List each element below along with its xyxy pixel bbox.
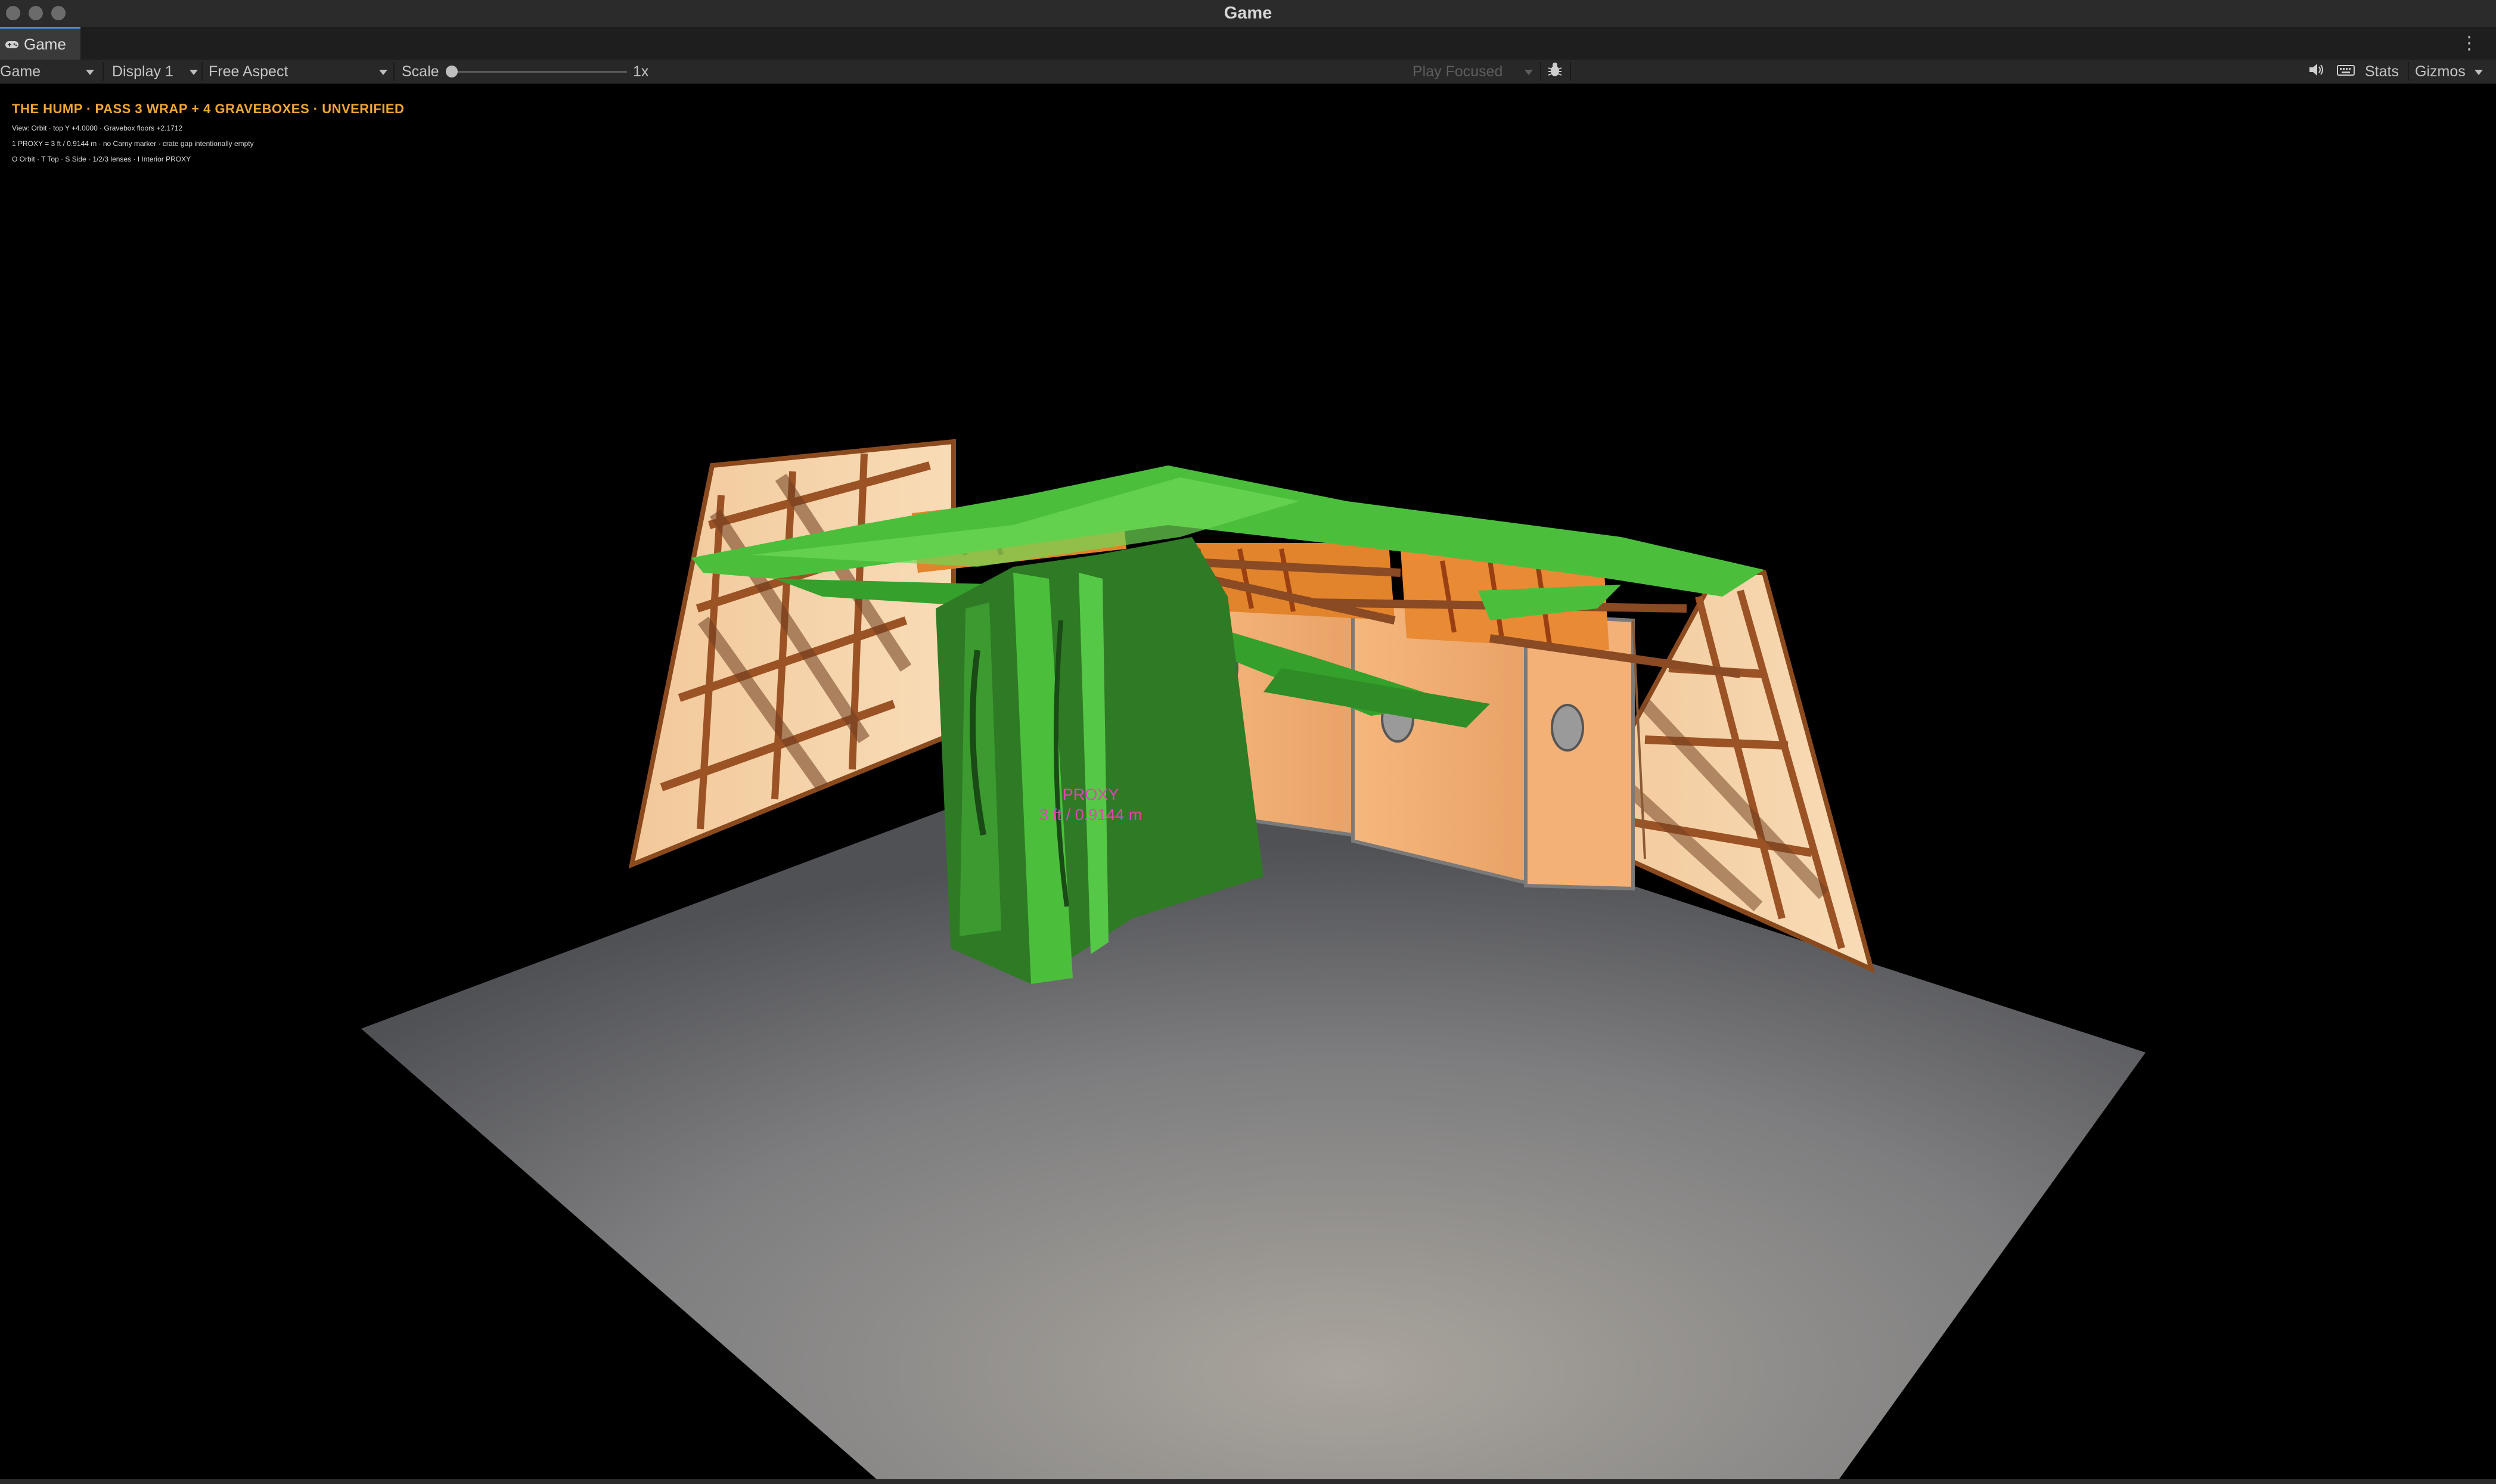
chevron-down-icon [2475, 70, 2483, 75]
display-dropdown-label: Display 1 [112, 63, 173, 80]
chevron-down-icon [1525, 70, 1533, 75]
window-bottom-edge [0, 1479, 2496, 1484]
overlay-title: THE HUMP · PASS 3 WRAP + 4 GRAVEBOXES · … [12, 101, 405, 116]
aspect-dropdown-label: Free Aspect [209, 63, 288, 80]
proxy-label-line1: PROXY [1062, 786, 1119, 803]
window-title: Game [1224, 4, 1272, 23]
divider [1540, 62, 1541, 81]
scale-label: Scale [402, 63, 439, 80]
tab-game[interactable]: Game [0, 27, 80, 60]
debug-overlay: THE HUMP · PASS 3 WRAP + 4 GRAVEBOXES · … [12, 101, 404, 163]
window-title-bar: Game [0, 0, 2496, 27]
play-focus-dropdown[interactable]: Play Focused [1412, 60, 1502, 83]
gizmos-label: Gizmos [2415, 63, 2466, 80]
speaker-icon[interactable] [2308, 61, 2324, 85]
gamepad-icon [5, 35, 19, 54]
mode-dropdown[interactable]: Game [0, 60, 41, 83]
divider [103, 62, 104, 81]
chevron-down-icon [86, 70, 94, 75]
divider [393, 62, 395, 81]
stats-button[interactable]: Stats [2365, 60, 2399, 83]
scale-slider-handle[interactable] [446, 66, 458, 77]
overlay-line-3: O Orbit · T Top · S Side · 1/2/3 lenses … [12, 155, 191, 163]
gizmos-button[interactable]: Gizmos [2415, 60, 2466, 83]
proxy-label-line2: 3 ft / 0.9144 m [1039, 806, 1143, 824]
mode-dropdown-label: Game [0, 63, 41, 80]
scene-render [361, 439, 2146, 1484]
tab-game-label: Game [24, 35, 66, 53]
proxy-label: PROXY 3 ft / 0.9144 m [1013, 784, 1168, 825]
game-toolbar: Game Display 1 Free Aspect Scale 1x Play… [0, 60, 2496, 84]
overlay-line-1: View: Orbit · top Y +4.0000 · Gravebox f… [12, 124, 183, 132]
play-focus-label: Play Focused [1412, 63, 1503, 80]
keyboard-icon[interactable] [2336, 61, 2355, 85]
divider [2408, 62, 2409, 81]
scale-value: 1x [633, 63, 649, 80]
tab-strip: Game ⋮ [0, 27, 2496, 61]
chevron-down-icon [190, 70, 198, 75]
aspect-dropdown[interactable]: Free Aspect [209, 60, 288, 83]
game-viewport[interactable]: PROXY 3 ft / 0.9144 m [0, 84, 2496, 1484]
scale-slider-track[interactable] [453, 71, 627, 73]
more-options-icon[interactable]: ⋮ [2460, 33, 2478, 54]
display-dropdown[interactable]: Display 1 [112, 60, 173, 83]
chevron-down-icon [379, 70, 387, 75]
divider [1570, 62, 1571, 81]
bug-icon[interactable] [1547, 61, 1563, 85]
overlay-line-2: 1 PROXY = 3 ft / 0.9144 m · no Carny mar… [12, 139, 254, 148]
left-wall [628, 439, 956, 869]
divider [201, 62, 203, 81]
stats-label: Stats [2365, 63, 2399, 80]
